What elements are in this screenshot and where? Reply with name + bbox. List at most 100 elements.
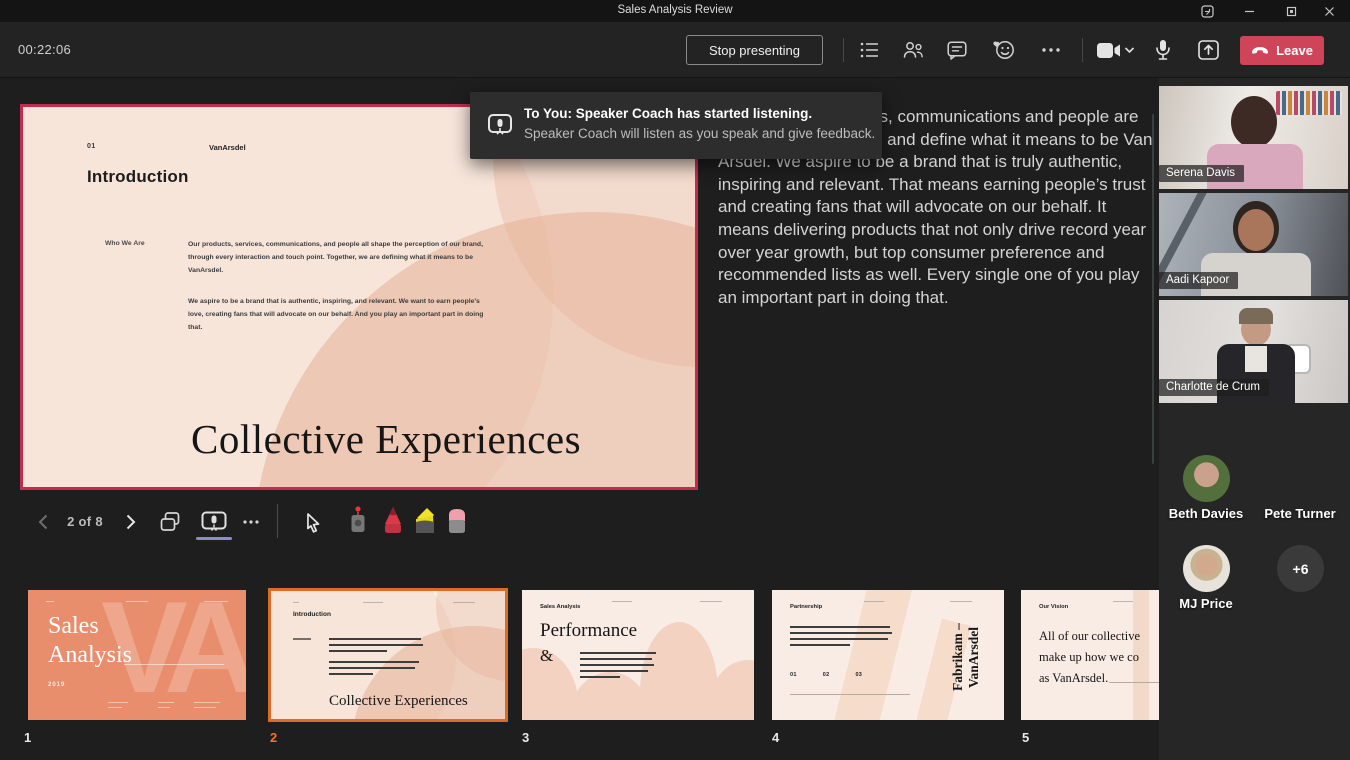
thumb-band-shape bbox=[826, 590, 917, 720]
avatar-beth-davies[interactable] bbox=[1183, 455, 1230, 502]
next-slide-button[interactable] bbox=[120, 510, 142, 534]
red-pen-icon bbox=[382, 506, 404, 534]
previous-slide-button[interactable] bbox=[32, 510, 54, 534]
speaker-coach-button[interactable] bbox=[196, 508, 232, 536]
eraser-button[interactable] bbox=[444, 506, 470, 534]
more-icon bbox=[1042, 48, 1060, 52]
red-pen-button[interactable] bbox=[380, 506, 406, 534]
thumb-header-bar bbox=[363, 602, 383, 603]
thumbnail-slide-4[interactable]: Partnership 01 02 03 Fabrikam – VanArsde… bbox=[772, 590, 1004, 720]
share-screen-button[interactable] bbox=[1193, 36, 1223, 64]
video-person bbox=[1231, 96, 1277, 148]
thumbnail-number: 4 bbox=[772, 730, 779, 745]
camera-dropdown-icon[interactable] bbox=[1125, 47, 1134, 53]
slide-title: Collective Experiences bbox=[191, 415, 581, 463]
slide-paragraph: Our products, services, communications, … bbox=[188, 238, 490, 277]
video-tile-charlotte-de-crum[interactable]: Charlotte de Crum bbox=[1159, 300, 1348, 403]
camera-icon bbox=[1097, 43, 1121, 58]
close-button[interactable] bbox=[1308, 0, 1350, 22]
video-tile-aadi-kapoor[interactable]: Aadi Kapoor bbox=[1159, 193, 1348, 296]
thumb-text-bar bbox=[580, 676, 620, 678]
highlighter-icon bbox=[413, 506, 437, 534]
thumbnail-slide-1[interactable]: VA SalesAnalysis 2019 bbox=[28, 590, 246, 720]
people-icon bbox=[902, 41, 924, 59]
more-options-button[interactable] bbox=[1036, 36, 1066, 64]
nav-more-icon bbox=[243, 520, 259, 524]
thumb-text-bar bbox=[790, 644, 850, 646]
pip-button[interactable] bbox=[1186, 0, 1228, 22]
thumb-text-bar bbox=[790, 638, 888, 640]
thumb-item: 01 bbox=[790, 672, 797, 678]
thumb-text-bar bbox=[329, 667, 415, 669]
notes-panel[interactable]: Our products, services, communications a… bbox=[718, 106, 1158, 486]
annotation-more-button[interactable] bbox=[238, 510, 264, 534]
camera-button[interactable] bbox=[1094, 36, 1136, 64]
thumbnail-slide-2-selected[interactable]: Introduction Collective Experiences bbox=[268, 588, 508, 722]
slide-grid-button[interactable] bbox=[156, 508, 186, 536]
meeting-notes-button[interactable] bbox=[855, 36, 885, 64]
mic-button[interactable] bbox=[1148, 36, 1178, 64]
toast-title: To You: Speaker Coach has started listen… bbox=[524, 106, 812, 121]
participants-sidebar: Serena Davis Aadi Kapoor Charlotte de Cr… bbox=[1159, 78, 1350, 760]
thumbnail-heading: Introduction bbox=[293, 611, 331, 618]
reactions-icon bbox=[992, 40, 1016, 60]
thumbnail-slide-3[interactable]: Sales Analysis Performance & bbox=[522, 590, 754, 720]
thumb-rule bbox=[1109, 682, 1159, 683]
thumb-footer-bar bbox=[158, 702, 174, 703]
thumb-text-bar bbox=[293, 638, 311, 640]
laser-pointer-icon bbox=[348, 506, 368, 534]
thumb-footer-bar bbox=[194, 707, 216, 708]
slide-brand-logo: VanArsdel bbox=[209, 143, 246, 152]
slide-page-number: 01 bbox=[87, 143, 96, 150]
laser-pointer-button[interactable] bbox=[345, 506, 371, 534]
thumbnail-heading: Our Vision bbox=[1039, 604, 1068, 610]
thumb-wave-shape bbox=[640, 622, 718, 720]
thumb-header-bar bbox=[612, 601, 632, 602]
meeting-toolbar: 00:22:06 Stop presenting bbox=[0, 22, 1350, 78]
pointer-tool-button[interactable] bbox=[300, 506, 326, 534]
eraser-icon bbox=[447, 507, 467, 534]
teams-meeting-window: Sales Analysis Review 00:22:06 Stop pres… bbox=[0, 0, 1350, 760]
share-screen-icon bbox=[1198, 40, 1219, 60]
pip-icon bbox=[1201, 5, 1214, 18]
minimize-button[interactable] bbox=[1228, 0, 1270, 22]
toolbar-divider bbox=[1082, 38, 1083, 62]
thumbnail-year: 2019 bbox=[48, 682, 65, 688]
leave-phone-icon bbox=[1251, 46, 1269, 55]
speaker-coach-toast[interactable]: To You: Speaker Coach has started listen… bbox=[470, 92, 882, 159]
thumb-item: 02 bbox=[823, 672, 830, 678]
participant-name-label: Charlotte de Crum bbox=[1159, 379, 1269, 396]
presented-slide[interactable]: 01 VanArsdel Introduction Who We Are Our… bbox=[20, 104, 698, 490]
speaker-coach-icon bbox=[487, 112, 513, 138]
minimize-icon bbox=[1244, 6, 1255, 17]
highlighter-button[interactable] bbox=[412, 506, 438, 534]
prev-slide-icon bbox=[38, 514, 48, 530]
leave-button[interactable]: Leave bbox=[1240, 36, 1324, 65]
navbar-divider bbox=[277, 504, 278, 538]
window-title: Sales Analysis Review bbox=[0, 4, 1350, 16]
avatar-pete-turner[interactable] bbox=[1277, 455, 1324, 502]
close-icon bbox=[1324, 6, 1335, 17]
toast-subtitle: Speaker Coach will listen as you speak a… bbox=[524, 126, 875, 141]
video-tile-serena-davis[interactable]: Serena Davis bbox=[1159, 86, 1348, 189]
chat-button[interactable] bbox=[942, 36, 972, 64]
list-icon bbox=[860, 41, 880, 59]
thumb-text-bar bbox=[329, 661, 419, 663]
participants-button[interactable] bbox=[898, 36, 928, 64]
thumb-text-bar bbox=[790, 626, 890, 628]
notes-scrollbar[interactable] bbox=[1152, 114, 1154, 464]
thumb-footer-bar bbox=[194, 702, 220, 703]
thumb-text-bar bbox=[580, 670, 648, 672]
maximize-button[interactable] bbox=[1270, 0, 1312, 22]
thumb-rule bbox=[790, 694, 910, 695]
overflow-participants-button[interactable]: +6 bbox=[1277, 545, 1324, 592]
thumbnail-heading: Partnership bbox=[790, 604, 822, 610]
thumb-header-bar bbox=[1113, 601, 1133, 602]
participant-name-label: MJ Price bbox=[1151, 596, 1261, 611]
reactions-button[interactable] bbox=[989, 36, 1019, 64]
thumbnail-number: 5 bbox=[1022, 730, 1029, 745]
avatar-mj-price[interactable] bbox=[1183, 545, 1230, 592]
thumbnail-number: 3 bbox=[522, 730, 529, 745]
stop-presenting-button[interactable]: Stop presenting bbox=[686, 35, 823, 65]
slide-side-label: Who We Are bbox=[105, 240, 145, 247]
